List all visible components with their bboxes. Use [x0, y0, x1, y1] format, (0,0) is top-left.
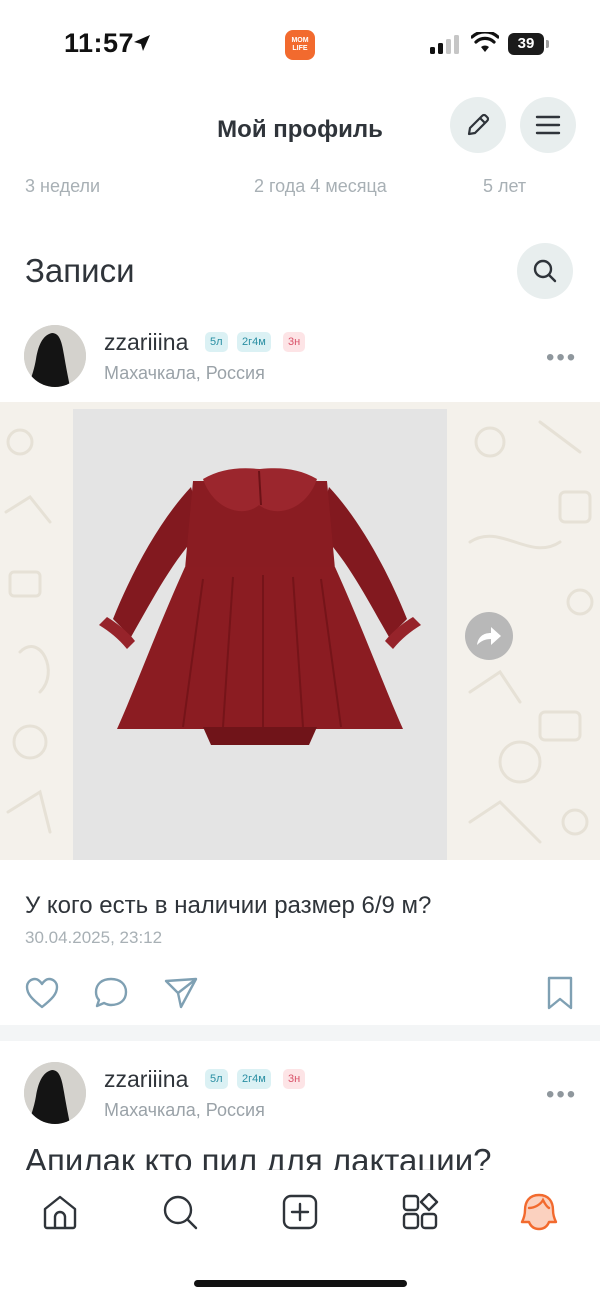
avatar[interactable] — [24, 1062, 86, 1124]
wifi-icon — [471, 32, 499, 52]
status-time: 11:57 — [64, 28, 135, 58]
post-divider — [0, 1025, 600, 1041]
avatar-image — [24, 325, 86, 387]
post-more-button[interactable]: ••• — [546, 344, 577, 372]
forward-arrow-icon — [477, 627, 501, 645]
child-age-badge: 5л — [205, 332, 228, 352]
section-title: Записи — [25, 252, 135, 289]
like-heart-icon[interactable] — [24, 975, 60, 1011]
hamburger-icon — [535, 115, 561, 135]
comment-bubble-icon[interactable] — [93, 975, 129, 1011]
pencil-icon — [467, 113, 490, 136]
signal-icon — [430, 35, 459, 54]
nav-catalog[interactable] — [400, 1192, 440, 1232]
carousel-next-button[interactable] — [465, 612, 513, 660]
child-age-badge: 3н — [283, 1069, 306, 1089]
child-age: 5 лет — [483, 176, 527, 196]
child-age-badge: 5л — [205, 1069, 228, 1089]
post-date: 30.04.2025, 23:12 — [25, 928, 163, 947]
post-location: Махачкала, Россия — [104, 363, 265, 383]
menu-button[interactable] — [520, 97, 576, 153]
bookmark-icon[interactable] — [543, 975, 577, 1011]
child-age: 2 года 4 месяца — [254, 176, 387, 196]
child-age-badge: 3н — [283, 332, 306, 352]
child-age: 3 недели — [25, 176, 101, 196]
search-icon — [533, 259, 557, 283]
post-photo[interactable] — [73, 409, 447, 860]
home-icon — [43, 1195, 77, 1230]
avatar[interactable] — [24, 325, 86, 387]
page-title: Мой профиль — [217, 116, 383, 143]
child-age-badge: 2г4м — [237, 1069, 271, 1089]
status-bar: 11:57 MOM LIFE 39 — [0, 0, 600, 90]
dress-image — [73, 409, 447, 860]
catalog-icon — [402, 1193, 439, 1230]
search-icon — [163, 1195, 198, 1230]
nav-home[interactable] — [40, 1192, 80, 1232]
avatar-image — [24, 1062, 86, 1124]
post-image-carousel[interactable] — [0, 402, 600, 860]
post-text[interactable]: У кого есть в наличии размер 6/9 м? — [25, 892, 431, 920]
battery-tip — [546, 40, 549, 48]
post-more-button[interactable]: ••• — [546, 1081, 577, 1109]
location-arrow-icon — [134, 35, 150, 51]
post-username[interactable]: zzariiina — [104, 329, 188, 356]
battery-indicator: 39 — [508, 33, 544, 55]
post-location: Махачкала, Россия — [104, 1100, 265, 1120]
bottom-navigation — [0, 1170, 600, 1300]
edit-profile-button[interactable] — [450, 97, 506, 153]
child-age-badge: 2г4м — [237, 332, 271, 352]
send-icon[interactable] — [163, 975, 199, 1011]
add-icon — [282, 1194, 318, 1230]
home-indicator — [194, 1280, 407, 1287]
profile-icon — [520, 1193, 558, 1231]
nav-profile[interactable] — [519, 1192, 559, 1232]
nav-search[interactable] — [160, 1192, 200, 1232]
post-username[interactable]: zzariiina — [104, 1066, 188, 1093]
search-posts-button[interactable] — [517, 243, 573, 299]
app-badge: MOM LIFE — [285, 30, 315, 60]
nav-add[interactable] — [280, 1192, 320, 1232]
